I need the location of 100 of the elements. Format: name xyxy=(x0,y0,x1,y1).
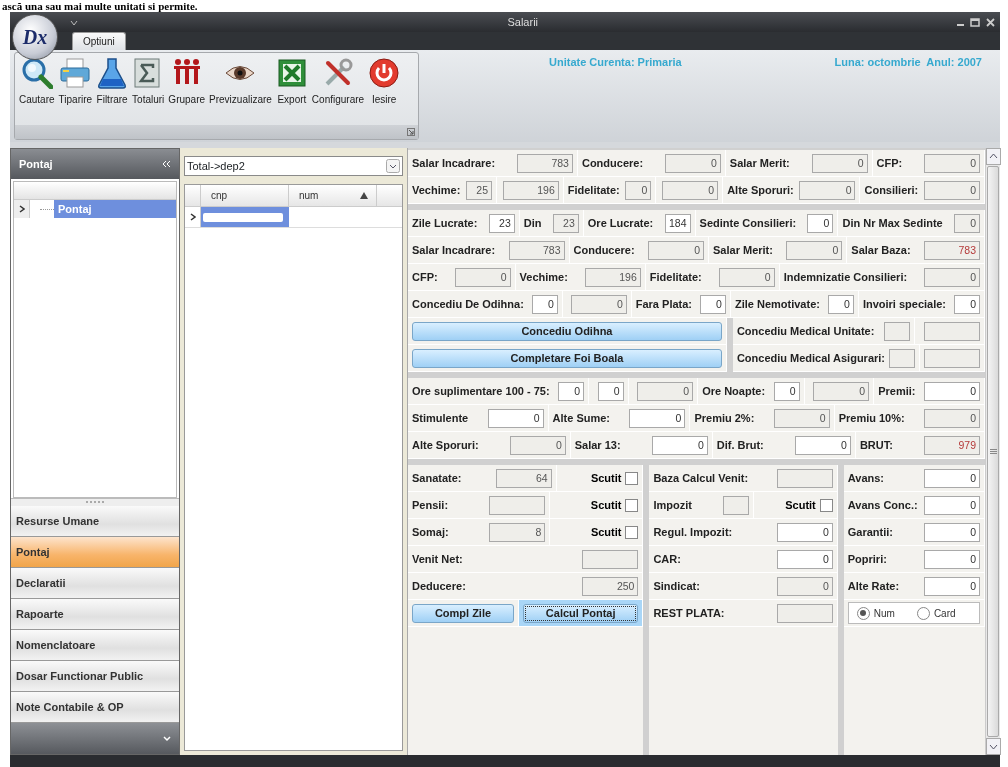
scroll-down-icon[interactable] xyxy=(986,738,1001,755)
input-field[interactable]: 0 xyxy=(786,240,843,260)
input-field[interactable] xyxy=(776,468,833,488)
nav-item[interactable]: Pontaj xyxy=(11,537,179,568)
splitter-grip[interactable] xyxy=(86,501,104,504)
radio-button[interactable]: Card xyxy=(916,605,956,621)
input-field[interactable] xyxy=(488,495,545,515)
ribbon-button[interactable]: Tiparire xyxy=(56,57,95,125)
input-field[interactable]: 0 xyxy=(699,294,726,314)
scrollbar[interactable] xyxy=(985,148,1000,755)
input-field[interactable]: 0 xyxy=(776,549,833,569)
input-field[interactable]: 23 xyxy=(552,213,579,233)
checkbox[interactable]: Scutit xyxy=(590,496,639,514)
collapse-icon[interactable] xyxy=(162,160,171,168)
input-field[interactable]: 0 xyxy=(637,381,694,401)
close-icon[interactable] xyxy=(985,17,995,27)
filter-dropdown[interactable]: Total->dep2 xyxy=(184,156,403,176)
checkbox[interactable]: Scutit xyxy=(590,469,639,487)
input-field[interactable]: 0 xyxy=(794,435,851,455)
dialog-launcher-icon[interactable] xyxy=(407,128,415,136)
input-field[interactable] xyxy=(723,495,750,515)
input-field[interactable]: 0 xyxy=(924,381,980,401)
input-field[interactable]: 783 xyxy=(516,153,573,173)
input-field[interactable]: 0 xyxy=(776,576,833,596)
action-button[interactable]: Concediu Odihna xyxy=(412,321,722,341)
input-field[interactable]: 0 xyxy=(813,381,870,401)
input-field[interactable]: 25 xyxy=(466,180,493,200)
radio-button[interactable]: Num xyxy=(856,605,895,621)
input-field[interactable]: 0 xyxy=(718,267,775,287)
input-field[interactable]: 196 xyxy=(502,180,559,200)
input-field[interactable]: 0 xyxy=(924,522,980,542)
input-field[interactable]: 0 xyxy=(924,549,980,569)
nav-item[interactable]: Rapoarte xyxy=(11,599,179,630)
input-field[interactable]: 0 xyxy=(558,381,585,401)
table-cell[interactable] xyxy=(201,207,289,227)
input-field[interactable]: 64 xyxy=(495,468,552,488)
input-field[interactable]: 0 xyxy=(773,381,800,401)
input-field[interactable]: 0 xyxy=(629,408,686,428)
ribbon-button[interactable]: Filtrare xyxy=(94,57,131,125)
input-field[interactable]: 0 xyxy=(662,180,719,200)
input-field[interactable]: 0 xyxy=(924,180,980,200)
column-header[interactable]: num xyxy=(289,185,377,206)
scroll-up-icon[interactable] xyxy=(986,148,1001,165)
input-field[interactable]: 0 xyxy=(531,294,558,314)
input-field[interactable] xyxy=(924,321,980,341)
ribbon-button[interactable]: Totaluri xyxy=(130,57,167,125)
action-button[interactable]: Calcul Pontaj xyxy=(523,603,639,623)
action-button[interactable]: Completare Foi Boala xyxy=(412,348,722,368)
input-field[interactable]: 0 xyxy=(811,153,868,173)
input-field[interactable]: 0 xyxy=(664,153,721,173)
chevron-down-icon[interactable] xyxy=(163,735,171,742)
input-field[interactable]: 0 xyxy=(954,213,981,233)
input-field[interactable] xyxy=(776,603,833,623)
input-field[interactable]: 0 xyxy=(954,294,980,314)
input-field[interactable]: 250 xyxy=(582,576,639,596)
nav-item[interactable]: Declaratii xyxy=(11,568,179,599)
ribbon-button[interactable]: Configurare xyxy=(309,57,367,125)
checkbox[interactable]: Scutit xyxy=(590,523,639,541)
input-field[interactable]: 0 xyxy=(625,180,652,200)
input-field[interactable]: 979 xyxy=(924,435,980,455)
nav-item[interactable]: Resurse Umane xyxy=(11,506,179,537)
maximize-icon[interactable] xyxy=(970,17,980,27)
dropdown-icon[interactable] xyxy=(70,19,78,26)
nav-item[interactable]: Nomenclatoare xyxy=(11,630,179,661)
input-field[interactable]: 0 xyxy=(924,576,980,596)
input-field[interactable]: 0 xyxy=(651,435,708,455)
input-field[interactable]: 0 xyxy=(570,294,627,314)
input-field[interactable]: 0 xyxy=(924,153,980,173)
input-field[interactable] xyxy=(883,321,910,341)
input-field[interactable]: 0 xyxy=(924,408,981,428)
checkbox[interactable]: Scutit xyxy=(785,496,833,514)
nav-item[interactable]: Dosar Functionar Public xyxy=(11,661,179,692)
input-field[interactable]: 0 xyxy=(924,267,981,287)
input-field[interactable]: 23 xyxy=(488,213,515,233)
ribbon-button[interactable]: Previzualizare xyxy=(207,57,274,125)
splitter[interactable] xyxy=(11,498,179,506)
ribbon-button[interactable]: Grupare xyxy=(166,57,208,125)
input-field[interactable]: 196 xyxy=(584,267,641,287)
action-button[interactable]: Compl Zile xyxy=(412,603,514,623)
input-field[interactable]: 0 xyxy=(648,240,705,260)
input-field[interactable]: 0 xyxy=(807,213,834,233)
input-field[interactable] xyxy=(924,348,980,368)
input-field[interactable]: 0 xyxy=(487,408,544,428)
input-field[interactable]: 0 xyxy=(924,495,980,515)
input-field[interactable]: 0 xyxy=(799,180,856,200)
ribbon-button[interactable]: Export xyxy=(273,57,310,125)
input-field[interactable] xyxy=(889,348,915,368)
ribbon-button[interactable]: Cautare xyxy=(17,57,57,125)
input-field[interactable]: 0 xyxy=(454,267,511,287)
nav-item[interactable]: Note Contabile & OP xyxy=(11,692,179,723)
input-field[interactable]: 0 xyxy=(776,522,833,542)
input-field[interactable]: 0 xyxy=(509,435,566,455)
input-field[interactable]: 0 xyxy=(773,408,830,428)
column-header[interactable]: cnp xyxy=(201,185,289,206)
input-field[interactable]: 8 xyxy=(489,522,546,542)
ribbon-tab[interactable]: Optiuni xyxy=(72,32,126,50)
input-field[interactable] xyxy=(582,549,639,569)
ribbon-button[interactable]: Iesire xyxy=(366,57,403,125)
input-field[interactable]: 184 xyxy=(664,213,691,233)
input-field[interactable]: 0 xyxy=(924,468,980,488)
